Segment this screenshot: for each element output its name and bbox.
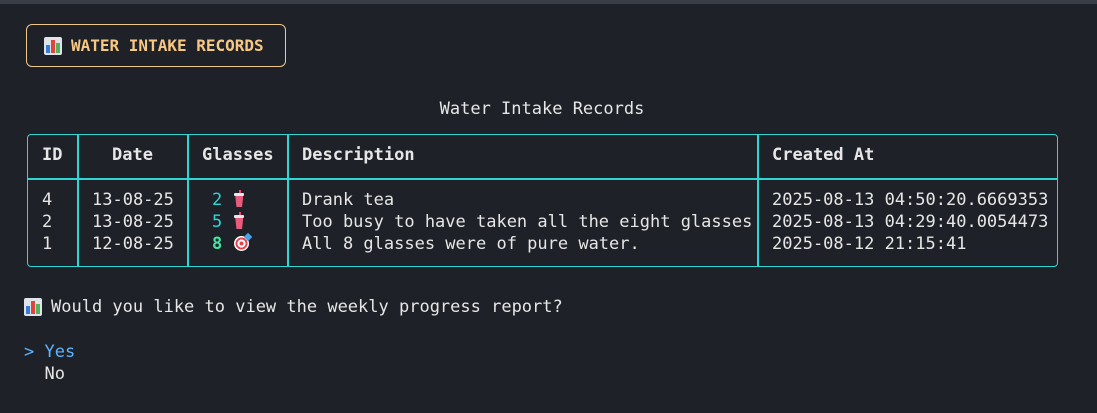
cell-created-at: 2025-08-13 04:50:20.6669353: [772, 190, 1049, 210]
column-header-id: ID: [42, 145, 63, 165]
cell-created-at: 2025-08-13 04:29:40.0054473: [772, 212, 1049, 232]
target-icon: [234, 232, 253, 251]
column-divider: [287, 135, 289, 266]
column-divider: [757, 135, 759, 266]
column-divider: [187, 135, 189, 266]
terminal-top-bar: [0, 0, 1097, 4]
cell-description: Too busy to have taken all the eight gla…: [302, 212, 753, 232]
option-no[interactable]: No: [24, 364, 65, 384]
cup-with-straw-icon: [234, 190, 245, 207]
header-banner: WATER INTAKE RECORDS: [26, 24, 286, 67]
cell-date: 13-08-25: [92, 212, 174, 232]
column-header-glasses: Glasses: [202, 145, 274, 165]
column-header-description: Description: [302, 145, 415, 165]
cup-with-straw-icon: [234, 212, 245, 229]
cell-id: 1: [42, 234, 53, 254]
option-label: No: [44, 364, 65, 384]
glasses-count: 5: [212, 212, 223, 232]
cell-description: All 8 glasses were of pure water.: [302, 234, 640, 254]
cell-description: Drank tea: [302, 190, 395, 210]
option-label: Yes: [44, 342, 76, 362]
bar-chart-icon: [24, 298, 42, 316]
column-header-date: Date: [112, 145, 153, 165]
cell-date: 13-08-25: [92, 190, 174, 210]
bar-chart-icon: [44, 36, 62, 55]
cell-date: 12-08-25: [92, 234, 174, 254]
selection-cursor: >: [24, 342, 35, 362]
prompt-question: Would you like to view the weekly progre…: [24, 297, 563, 317]
column-header-created-at: Created At: [772, 145, 875, 165]
cell-created-at: 2025-08-12 21:15:41: [772, 234, 967, 254]
option-yes[interactable]: > Yes: [24, 342, 75, 362]
prompt-text: Would you like to view the weekly progre…: [51, 297, 563, 317]
cell-id: 4: [42, 190, 53, 210]
cell-id: 2: [42, 212, 53, 232]
header-divider: [28, 178, 1057, 180]
cell-glasses: 2: [212, 189, 245, 211]
cell-glasses: 5: [212, 211, 245, 233]
banner-title: WATER INTAKE RECORDS: [71, 36, 264, 55]
cell-glasses: 8: [212, 232, 253, 255]
column-divider: [77, 135, 79, 266]
table-title: Water Intake Records: [439, 99, 645, 119]
glasses-count: 2: [212, 190, 223, 210]
glasses-count: 8: [212, 234, 223, 254]
records-table: ID Date Glasses Description Created At 4…: [27, 134, 1058, 267]
